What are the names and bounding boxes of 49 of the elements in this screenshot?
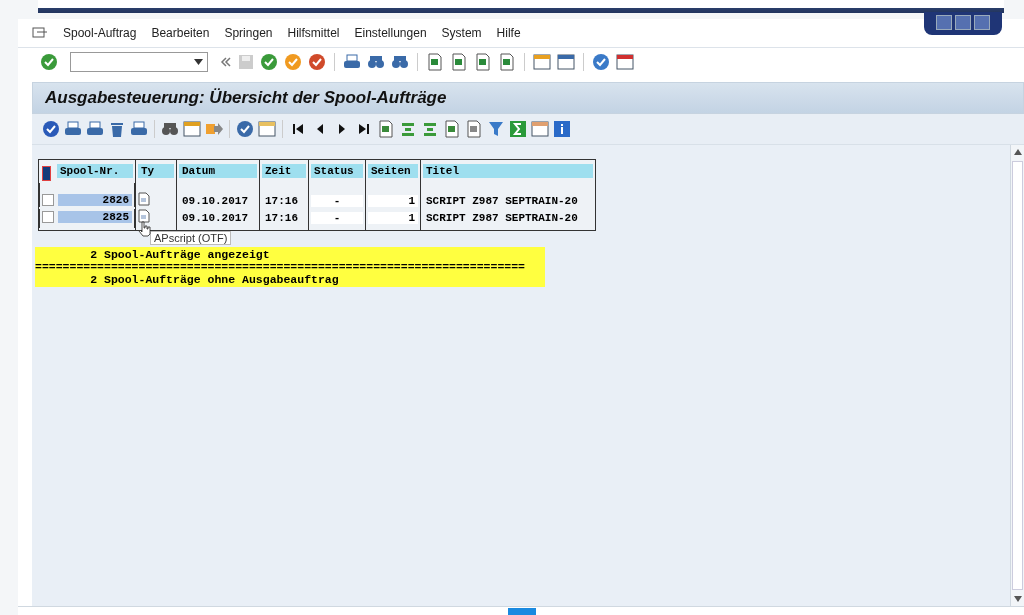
menu-item[interactable]: Hilfe <box>496 26 521 40</box>
document-icon[interactable] <box>138 192 150 206</box>
menu-item[interactable]: Einstellungen <box>354 26 427 40</box>
menu-icon[interactable] <box>32 26 48 40</box>
table-cell-text: 17:16 <box>264 211 299 224</box>
row-checkbox[interactable] <box>42 193 54 206</box>
table-cell: 1 <box>368 194 418 207</box>
table-cell-text: SCRIPT Z987 SEPTRAIN-20 <box>425 194 579 207</box>
table-cell-text: 09.10.2017 <box>181 211 249 224</box>
table-cell: - <box>311 211 363 224</box>
menu-item[interactable]: Springen <box>224 26 273 40</box>
dropdown-caret-icon[interactable] <box>194 59 203 65</box>
find-next-icon[interactable] <box>391 53 409 71</box>
menu-item[interactable]: Spool-Auftrag <box>63 26 137 40</box>
sum-icon[interactable] <box>509 120 527 138</box>
column-header[interactable]: Ty <box>138 164 174 178</box>
column-header[interactable]: Seiten <box>368 164 418 178</box>
menu-item[interactable]: Bearbeiten <box>151 26 210 40</box>
document-icon[interactable] <box>138 209 150 223</box>
column-header[interactable]: Status <box>311 164 363 178</box>
scroll-down-icon[interactable] <box>1013 596 1022 602</box>
info-icon[interactable] <box>553 120 571 138</box>
find-icon[interactable] <box>367 53 385 71</box>
table-cell-text: 17:16 <box>264 194 299 207</box>
hand-cursor-icon <box>138 221 152 237</box>
screen-title: Ausgabesteuerung: Übersicht der Spool-Aufträge <box>45 88 447 108</box>
menu-item[interactable]: System <box>441 26 482 40</box>
check-icon[interactable] <box>40 53 58 71</box>
scroll-up-icon[interactable] <box>1013 149 1022 155</box>
trash-icon[interactable] <box>108 120 126 138</box>
table-cell-text: SCRIPT Z987 SEPTRAIN-20 <box>425 211 579 224</box>
print-icon[interactable] <box>343 53 361 71</box>
select-all-icon[interactable] <box>42 166 51 181</box>
filter-icon[interactable] <box>487 120 505 138</box>
tooltip: APscript (OTF) <box>150 231 232 245</box>
table-cell: 2826 <box>58 193 132 206</box>
table-cell: 2825 <box>58 210 132 223</box>
printer-icon[interactable] <box>64 120 82 138</box>
double-chevron-icon[interactable] <box>220 56 232 68</box>
column-header[interactable]: Datum <box>179 164 257 178</box>
table-cell: 1 <box>368 211 418 224</box>
menu-item[interactable]: Hilfsmittel <box>287 26 340 40</box>
table-cell: - <box>311 194 363 207</box>
column-header[interactable]: Titel <box>423 164 593 178</box>
table-cell-text: 09.10.2017 <box>181 194 249 207</box>
command-field[interactable] <box>70 52 208 72</box>
column-header[interactable]: Spool-Nr. <box>57 164 133 178</box>
column-header[interactable]: Zeit <box>262 164 306 178</box>
row-checkbox[interactable] <box>42 210 54 223</box>
